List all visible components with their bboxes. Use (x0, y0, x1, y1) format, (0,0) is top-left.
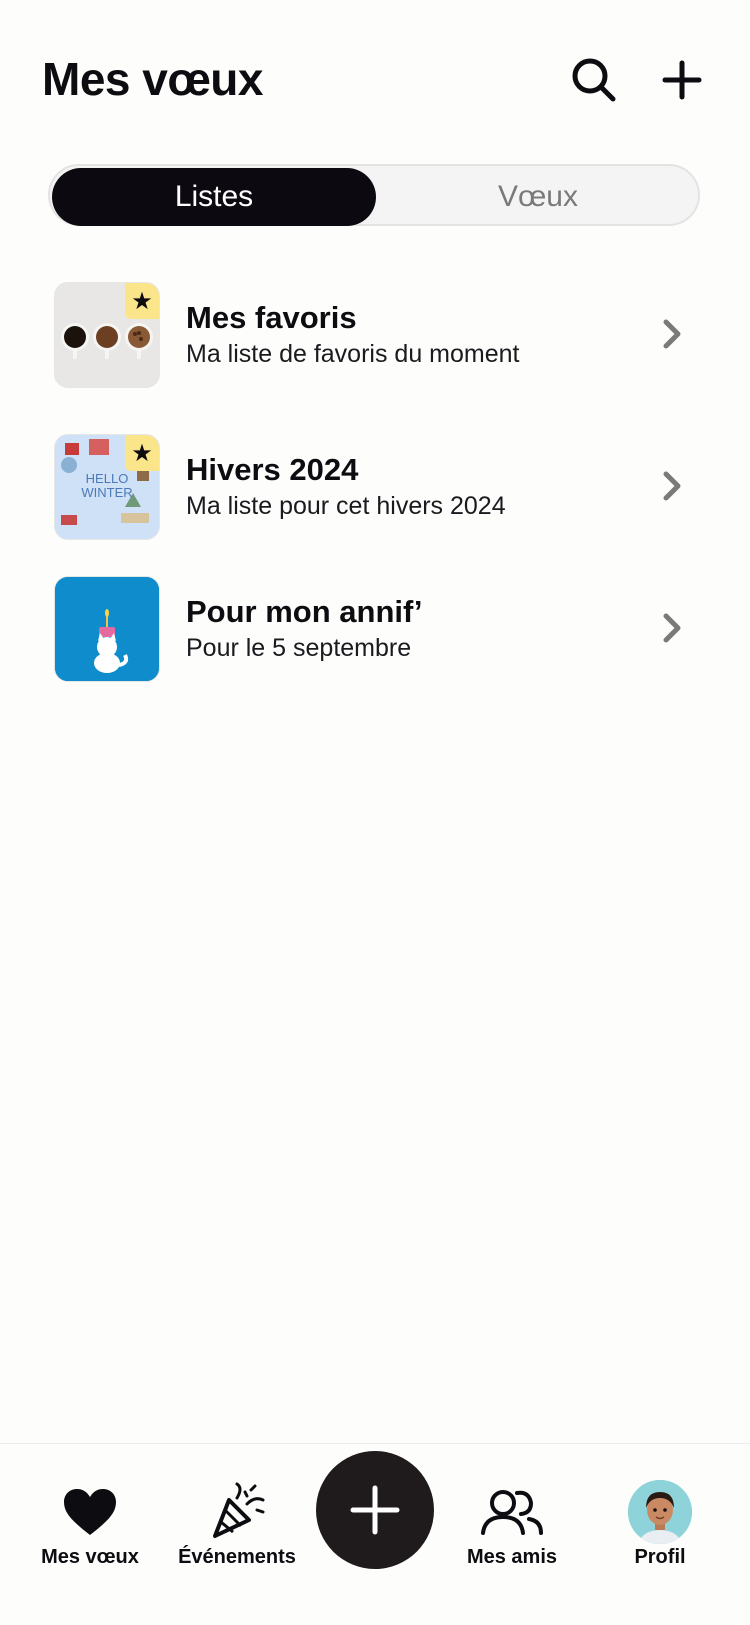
search-button[interactable] (566, 52, 622, 108)
create-fab-button[interactable] (316, 1451, 434, 1569)
list-title: Pour mon annif’ (186, 594, 423, 629)
tab-profile[interactable]: Profil (585, 1444, 735, 1584)
list-thumbnail (54, 576, 160, 682)
chevron-right-icon (663, 471, 681, 501)
search-icon (572, 58, 616, 102)
tab-label: Profil (634, 1546, 686, 1568)
heart-icon (64, 1489, 116, 1535)
tab-wishes[interactable]: Vœux (376, 168, 700, 226)
list-title: Mes favoris (186, 300, 357, 335)
thumbnail-text-hello: HELLO (86, 471, 129, 486)
page-title: Mes vœux (42, 53, 263, 105)
list-subtitle: Pour le 5 septembre (186, 634, 412, 662)
thumbnail-text-winter: WINTER (81, 485, 132, 500)
list-item-winter[interactable]: HELLO WINTER ★ Hivers 2024 Ma liste pour… (0, 430, 750, 582)
chevron-right-icon (663, 319, 681, 349)
tab-lists[interactable]: Listes (52, 168, 376, 226)
plus-icon (662, 60, 702, 100)
favorite-star-badge: ★ (125, 435, 159, 471)
bottom-tab-bar: Mes vœux Événements Mes amis Profil (0, 1443, 750, 1625)
tab-my-wishes[interactable]: Mes vœux (15, 1444, 165, 1584)
list-subtitle: Ma liste pour cet hivers 2024 (186, 492, 506, 520)
header: Mes vœux (0, 0, 750, 150)
avatar (628, 1480, 692, 1544)
plus-icon (350, 1485, 400, 1535)
tab-events[interactable]: Événements (162, 1444, 312, 1584)
friends-icon (481, 1490, 543, 1535)
chevron-right-icon (663, 613, 681, 643)
tab-label: Mes vœux (41, 1546, 139, 1568)
list-thumbnail: ★ (54, 282, 160, 388)
list-title: Hivers 2024 (186, 452, 359, 487)
birthday-cat-image (55, 577, 159, 681)
tab-label: Événements (178, 1546, 296, 1568)
list-item-favorites[interactable]: ★ Mes favoris Ma liste de favoris du mom… (0, 278, 750, 430)
list-thumbnail: HELLO WINTER ★ (54, 434, 160, 540)
favorite-star-badge: ★ (125, 283, 159, 319)
list-subtitle: Ma liste de favoris du moment (186, 340, 520, 368)
tab-my-friends[interactable]: Mes amis (437, 1444, 587, 1584)
wishlist-list: ★ Mes favoris Ma liste de favoris du mom… (0, 278, 750, 734)
party-popper-icon (213, 1482, 265, 1538)
add-button[interactable] (654, 52, 710, 108)
list-item-birthday[interactable]: Pour mon annif’ Pour le 5 septembre (0, 572, 750, 724)
tab-label: Mes amis (466, 1546, 558, 1568)
segmented-control: Listes Vœux (48, 164, 700, 226)
